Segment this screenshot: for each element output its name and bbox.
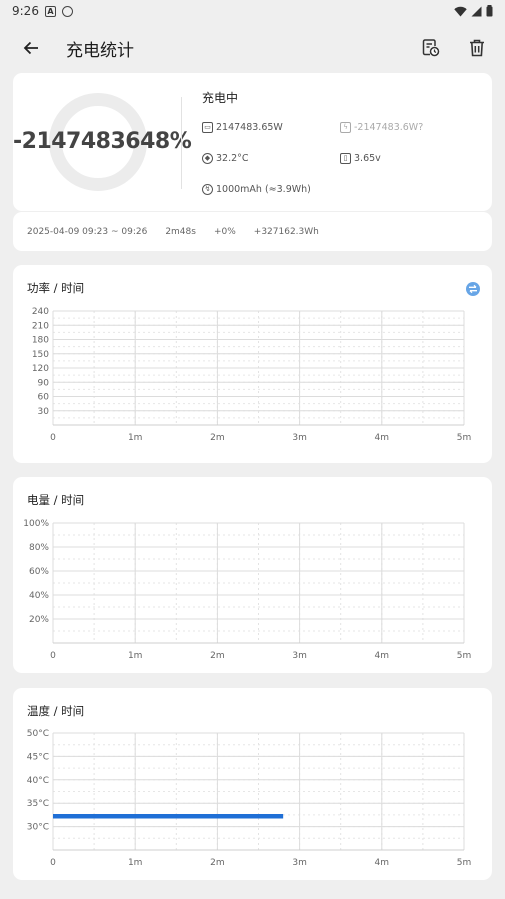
x-tick-label: 2m [210,651,225,661]
y-tick-label: 30 [38,407,50,417]
x-tick-label: 1m [128,651,143,661]
plug-icon: ϟ [340,122,351,133]
trash-icon [470,39,484,57]
battery-voltage-icon: ▯ [340,153,351,164]
signal-icon [471,6,482,16]
session-info-card: 2025-04-09 09:23 ~ 09:26 2m48s +0% +3271… [13,212,492,251]
y-tick-label: 60 [38,393,50,403]
page-title: 充电统计 [66,40,134,61]
y-tick-label: 50°C [27,729,49,739]
x-tick-label: 1m [128,858,143,868]
x-tick-label: 5m [457,433,472,443]
x-tick-label: 2m [210,433,225,443]
capacity-stat: ↯ 1000mAh (≈3.9Wh) [202,184,311,195]
y-tick-label: 45°C [27,752,49,762]
y-tick-label: 150 [32,350,49,360]
y-tick-label: 120 [32,364,49,374]
history-button[interactable] [417,34,445,62]
y-tick-label: 80% [29,543,49,553]
y-tick-label: 100% [23,519,49,529]
x-tick-label: 5m [457,858,472,868]
app-bar: 充电统计 [0,24,505,72]
y-tick-label: 30°C [27,823,49,833]
session-percent-change: +0% [213,226,236,237]
y-tick-label: 35°C [27,799,49,809]
clock-notification-icon [61,5,73,17]
power-alt-stat: ϟ -2147483.6W? [340,122,423,133]
divider [181,97,182,189]
x-tick-label: 3m [292,651,307,661]
capacity-value: 1000mAh (≈3.9Wh) [216,184,311,195]
power-stat: ▭ 2147483.65W [202,122,283,133]
x-tick-label: 3m [292,433,307,443]
flame-icon: ◆ [202,153,213,164]
x-tick-label: 5m [457,651,472,661]
x-tick-label: 0 [50,433,56,443]
wifi-icon [454,6,467,16]
x-tick-label: 4m [375,858,390,868]
y-tick-label: 20% [29,615,49,625]
y-tick-label: 60% [29,567,49,577]
battery-level-chart: 100% 80% 60% 40% 20% 0 1m 2m 3m 4m 5m [23,519,472,661]
history-icon [422,39,440,57]
capacity-icon: ↯ [202,184,213,195]
power-chart: 240 210 180 150 120 90 60 30 0 1m 2m 3m 4m 5m [32,307,472,443]
x-tick-label: 2m [210,858,225,868]
temperature-stat: ◆ 32.2°C [202,153,249,164]
temperature-chart-card: 温度 / 时间 50°C 45°C 40°C 35°C 30°C 0 1m 2m 3m 4m 5m [13,688,492,880]
session-energy: +327162.3Wh [253,226,319,237]
voltage-stat: ▯ 3.65v [340,153,381,164]
x-tick-label: 3m [292,858,307,868]
power-alt-value: -2147483.6W? [354,122,424,133]
battery-summary-card: -2147483648% 充电中 ▭ 2147483.65W ϟ -214748… [13,73,492,211]
y-tick-label: 90 [38,378,50,388]
y-tick-label: 40°C [27,776,49,786]
status-time: 9:26 [12,4,39,18]
charging-state: 充电中 [202,91,239,105]
y-tick-label: 210 [32,321,49,331]
battery-icon [486,5,493,17]
notification-a-icon: A [44,5,56,17]
x-tick-label: 0 [50,651,56,661]
x-tick-label: 0 [50,858,56,868]
y-tick-label: 180 [32,336,49,346]
arrow-back-icon [23,41,38,55]
voltage-value: 3.65v [354,153,381,164]
y-tick-label: 40% [29,591,49,601]
x-tick-label: 4m [375,433,390,443]
session-duration: 2m48s [165,226,196,237]
delete-button[interactable] [463,34,491,62]
battery-level-chart-card: 电量 / 时间 100% 80% 60% 40% 20% 0 1m 2m 3m 4m 5m [13,477,492,673]
session-time-range: 2025-04-09 09:23 ~ 09:26 [27,226,148,237]
power-chart-card: 功率 / 时间 240 210 180 150 120 90 60 30 0 1m 2m 3m 4m 5m [13,265,492,463]
temperature-chart: 50°C 45°C 40°C 35°C 30°C 0 1m 2m 3m 4m 5m [27,729,472,868]
y-tick-label: 240 [32,307,49,317]
x-tick-label: 4m [375,651,390,661]
battery-power-icon: ▭ [202,122,213,133]
status-bar: 9:26 A [0,0,505,22]
power-value: 2147483.65W [216,122,283,133]
x-tick-label: 1m [128,433,143,443]
temperature-value: 32.2°C [216,153,249,164]
back-button[interactable] [14,31,48,65]
battery-percent: -2147483648% [13,129,192,154]
